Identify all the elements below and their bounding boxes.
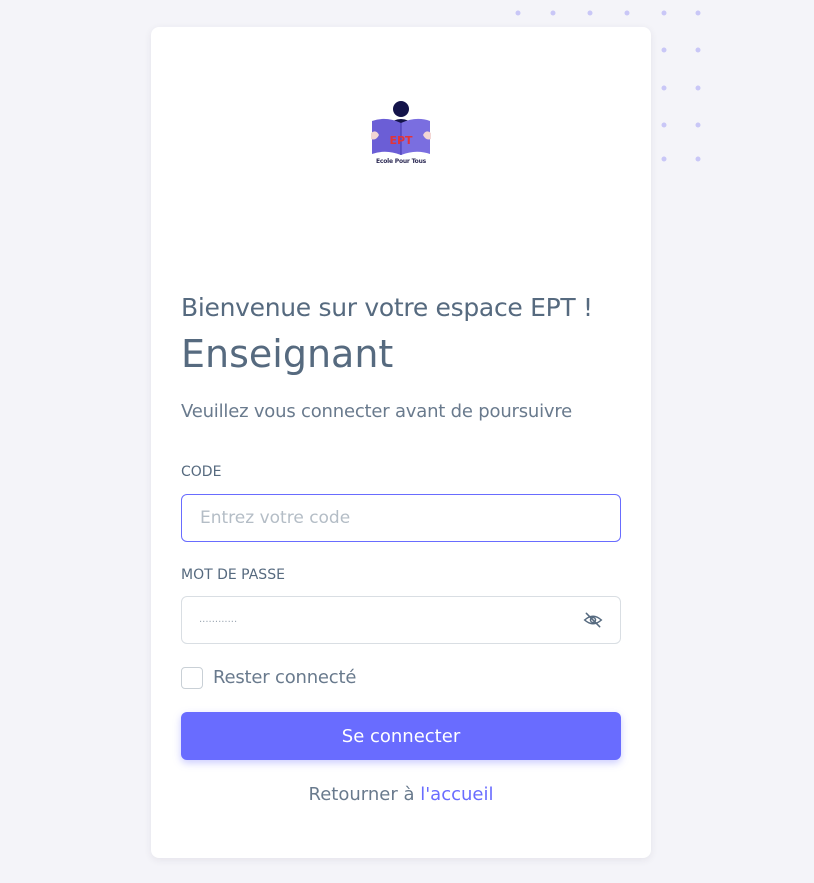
login-button[interactable]: Se connecter — [181, 712, 621, 760]
code-input[interactable] — [181, 494, 621, 542]
role-title: Enseignant — [181, 332, 394, 376]
password-input[interactable] — [181, 596, 621, 644]
home-link[interactable]: l'accueil — [420, 784, 493, 805]
welcome-heading: Bienvenue sur votre espace EPT ! — [181, 293, 593, 322]
logo-badge-text: EPT — [389, 134, 413, 147]
eye-off-icon[interactable] — [583, 610, 603, 630]
ept-logo: EPT Ecole Pour Tous — [369, 99, 433, 169]
logo-tagline: Ecole Pour Tous — [375, 158, 427, 165]
remember-me-label[interactable]: Rester connecté — [213, 667, 356, 688]
password-mask: ············ — [199, 617, 238, 628]
code-label: CODE — [181, 464, 222, 480]
back-prefix-text: Retourner à — [308, 784, 421, 805]
password-label: MOT DE PASSE — [181, 567, 285, 583]
login-subtitle: Veuillez vous connecter avant de poursui… — [181, 401, 573, 422]
remember-me-checkbox[interactable] — [181, 667, 203, 689]
login-card: EPT Ecole Pour Tous Bienvenue sur votre … — [151, 27, 651, 858]
back-to-home: Retourner à l'accueil — [151, 784, 651, 805]
